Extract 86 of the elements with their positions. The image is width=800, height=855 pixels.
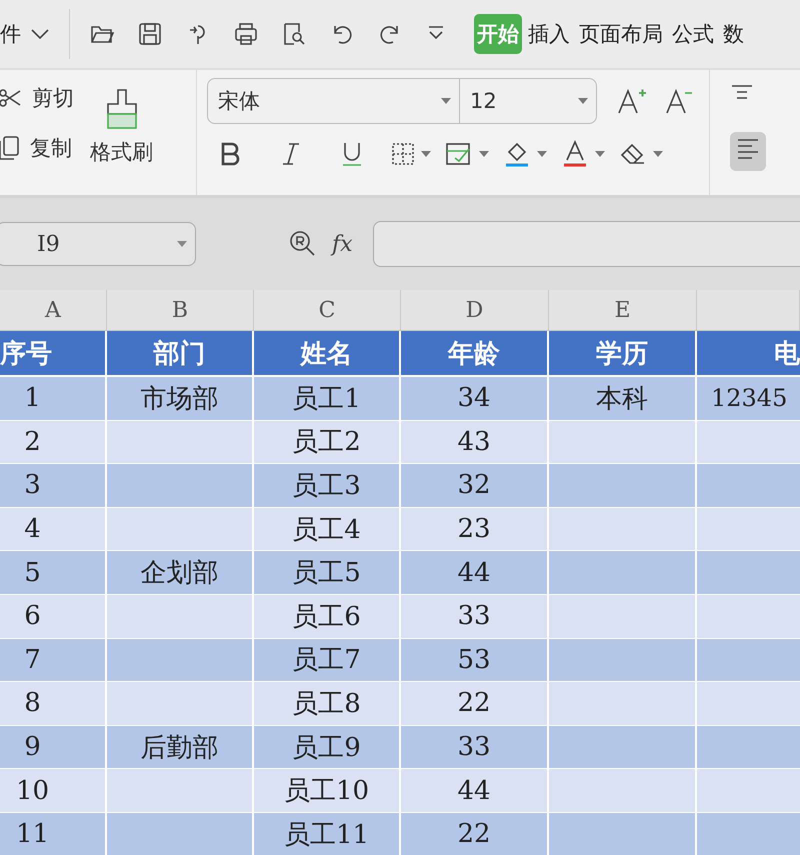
- format-painter-label[interactable]: 格式刷: [90, 138, 153, 166]
- table-cell: 8: [0, 682, 107, 726]
- increase-font-icon[interactable]: [617, 87, 647, 115]
- table-cell: 市场部: [107, 377, 254, 421]
- table-cell: 员工2: [254, 420, 401, 464]
- table-cell: 34: [401, 377, 549, 421]
- chevron-down-icon[interactable]: [29, 27, 51, 41]
- name-box[interactable]: I9: [0, 222, 196, 266]
- copy-icon[interactable]: [0, 135, 20, 161]
- table-cell: 员工1: [254, 377, 401, 421]
- table-cell: 53: [401, 638, 549, 682]
- column-header[interactable]: A: [0, 290, 107, 330]
- printer-icon[interactable]: [234, 22, 258, 46]
- underline-icon[interactable]: [341, 141, 363, 167]
- column-header[interactable]: E: [549, 290, 697, 330]
- table-header-cell: 序号: [0, 331, 107, 377]
- caret-icon[interactable]: [537, 151, 547, 157]
- ribbon-tab[interactable]: 数: [720, 14, 747, 54]
- eraser-icon[interactable]: [619, 142, 647, 166]
- table-cell: 10: [0, 769, 107, 813]
- align-left-icon[interactable]: [736, 138, 760, 160]
- table-cell: 员工9: [254, 726, 401, 770]
- table-cell: 23: [401, 508, 549, 552]
- formula-input-field[interactable]: [372, 221, 800, 267]
- table-cell: 员工8: [254, 682, 401, 726]
- folder-icon[interactable]: [90, 23, 114, 45]
- table-cell: 员工5: [254, 551, 401, 595]
- caret-icon[interactable]: [653, 151, 663, 157]
- table-cell: 9: [0, 726, 107, 770]
- table-cell: 4: [0, 508, 107, 552]
- table-cell: 6: [0, 594, 107, 639]
- table-cell: 7: [0, 638, 107, 682]
- ribbon-tab[interactable]: 页面布局: [576, 14, 666, 54]
- table-cell: 员工10: [254, 769, 401, 813]
- file-menu-label[interactable]: 件: [0, 20, 21, 48]
- table-cell: 44: [401, 551, 549, 595]
- table-cell: 员工11: [254, 812, 401, 855]
- table-header-cell: 姓名: [254, 331, 401, 377]
- caret-icon[interactable]: [578, 98, 588, 104]
- ribbon-tab[interactable]: 插入: [525, 14, 573, 54]
- table-cell: 1: [0, 377, 107, 421]
- table-cell: 44: [401, 769, 549, 813]
- borders-icon[interactable]: [391, 142, 415, 166]
- table-header-cell: 年龄: [401, 331, 549, 377]
- table-cell: 11: [0, 812, 107, 855]
- save-icon[interactable]: [138, 22, 162, 46]
- copy-button-label[interactable]: 复制: [30, 134, 72, 162]
- caret-icon[interactable]: [479, 151, 489, 157]
- column-header[interactable]: B: [107, 290, 254, 330]
- caret-icon[interactable]: [421, 151, 431, 157]
- table-cell: 2: [0, 420, 107, 464]
- insert-function-button[interactable]: fx: [332, 232, 353, 256]
- bold-icon[interactable]: [219, 142, 241, 166]
- table-header-cell: 电: [697, 331, 800, 377]
- table-cell: 员工4: [254, 508, 401, 552]
- conditional-format-icon[interactable]: [445, 142, 473, 166]
- table-cell: 12345: [697, 377, 800, 421]
- table-cell: 本科: [549, 377, 697, 421]
- column-header[interactable]: C: [254, 290, 401, 330]
- table-header-cell: 部门: [107, 331, 254, 377]
- font-name-field[interactable]: 宋体: [218, 87, 260, 115]
- table-cell: 22: [401, 812, 549, 855]
- table-cell: 32: [401, 464, 549, 508]
- table-cell: 43: [401, 420, 549, 464]
- italic-icon[interactable]: [281, 142, 301, 166]
- caret-icon[interactable]: [595, 151, 605, 157]
- font-size-field[interactable]: 12: [470, 89, 497, 113]
- table-cell: 33: [401, 594, 549, 639]
- decrease-font-icon[interactable]: [665, 87, 693, 115]
- table-cell: 员工7: [254, 638, 401, 682]
- table-header-cell: 学历: [549, 331, 697, 377]
- font-color-icon[interactable]: [561, 140, 589, 168]
- table-cell: 33: [401, 726, 549, 770]
- caret-icon[interactable]: [441, 98, 451, 104]
- print-preview-icon[interactable]: [282, 22, 306, 46]
- table-cell: 5: [0, 551, 107, 595]
- table-cell: 后勤部: [107, 726, 254, 770]
- table-cell: 员工6: [254, 594, 401, 639]
- table-cell: 员工3: [254, 464, 401, 508]
- table-cell: 3: [0, 464, 107, 508]
- table-cell: 企划部: [107, 551, 254, 595]
- cut-button-label[interactable]: 剪切: [32, 84, 74, 112]
- table-cell: 22: [401, 682, 549, 726]
- fill-color-icon[interactable]: [503, 140, 531, 168]
- ribbon-tab[interactable]: 公式: [669, 14, 717, 54]
- column-header[interactable]: D: [401, 290, 549, 330]
